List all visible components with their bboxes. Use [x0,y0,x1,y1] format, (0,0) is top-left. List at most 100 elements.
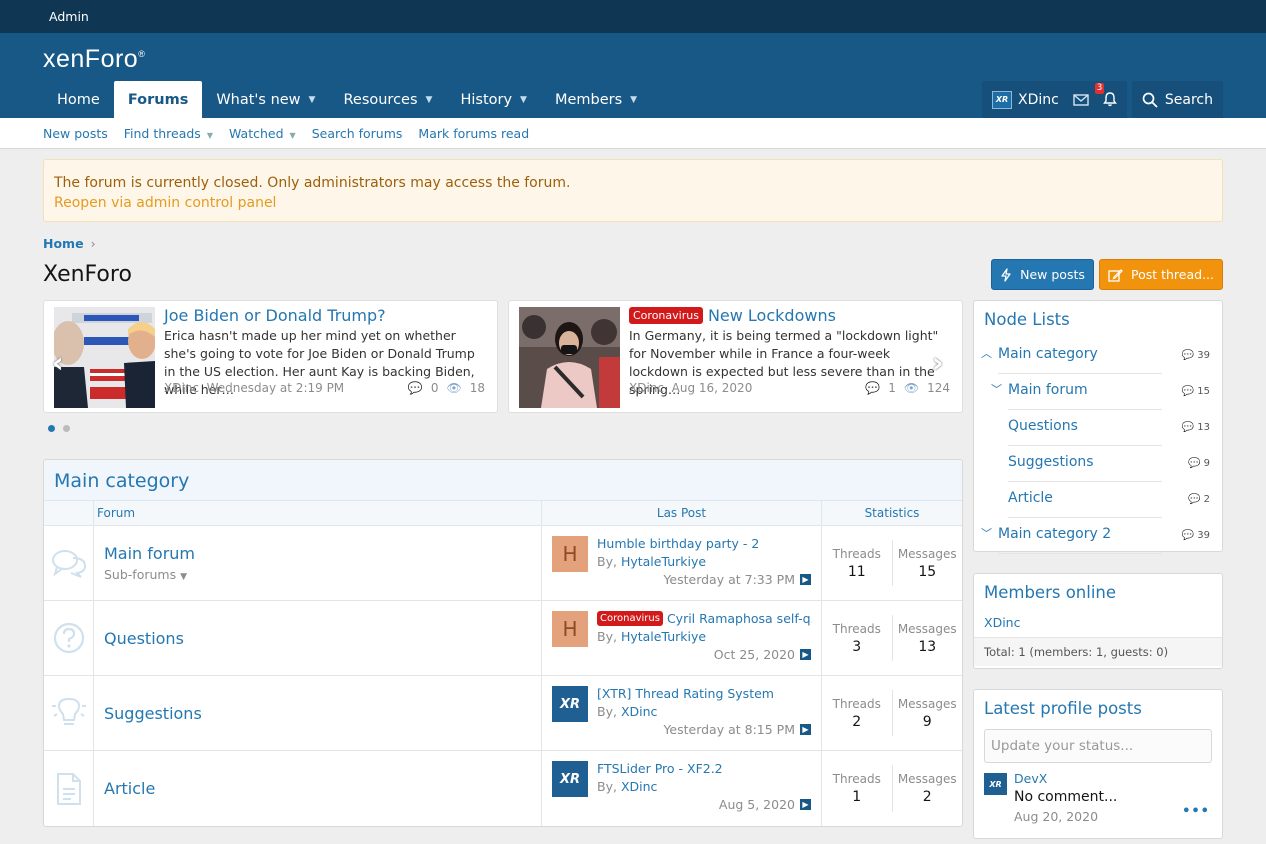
forum-title[interactable]: Article [104,779,541,798]
last-post-title[interactable]: [XTR] Thread Rating System [597,686,812,701]
tab-resources[interactable]: Resources ▼ [329,81,446,118]
admin-bar: Admin [0,0,1266,33]
go-to-post-icon[interactable]: ▶ [800,649,811,660]
subnav-mark-read[interactable]: Mark forums read [418,126,529,141]
widget-title[interactable]: Latest profile posts [974,690,1222,727]
slider-dot[interactable] [63,425,70,432]
subnav-find-threads[interactable]: Find threads ▼ [124,126,213,141]
bell-icon[interactable]: 3 [1094,83,1117,107]
forum-title[interactable]: Main forum [104,544,541,563]
widget-title[interactable]: Members online [974,574,1222,611]
chevron-down-icon[interactable]: ▼ [207,131,213,140]
chevron-down-icon[interactable]: ▼ [630,95,637,105]
more-options-icon[interactable]: ••• [1182,804,1210,819]
user-avatar[interactable]: H [552,536,588,572]
thread-prefix-badge[interactable]: Coronavirus [597,611,663,626]
last-post-title[interactable]: FTSLider Pro - XF2.2 [597,761,812,776]
last-post-title[interactable]: Humble birthday party - 2 [597,536,812,551]
forum-title[interactable]: Questions [104,629,541,648]
chevron-down-icon[interactable]: ▼ [426,95,433,105]
tab-home[interactable]: Home [43,81,114,118]
tab-forums[interactable]: Forums [113,81,203,118]
slider-next-arrow[interactable]: › [932,346,944,379]
node-list-item[interactable]: ︿ Main category 💬 39 [974,338,1222,374]
tab-history[interactable]: History ▼ [446,81,541,118]
envelope-icon[interactable] [1073,93,1089,106]
search-button[interactable]: Search [1131,81,1223,118]
caret-down-icon: ▼ [180,572,188,582]
reopen-link[interactable]: Reopen via admin control panel [54,193,1212,213]
author-link[interactable]: HytaleTurkiye [621,629,706,644]
slider-item[interactable]: Coronavirus New Lockdowns In Germany, it… [508,300,963,413]
subnav-watched[interactable]: Watched ▼ [229,126,296,141]
tab-members[interactable]: Members ▼ [541,81,651,118]
account-link[interactable]: XR XDinc [992,90,1059,109]
last-post-title-text: Cyril Ramaphosa self-q... [666,611,812,626]
node-list-item[interactable]: Suggestions 💬 9 [974,446,1222,482]
thread-prefix-badge[interactable]: Coronavirus [629,307,703,324]
forum-category-block: Main category Forum Las Post Statistics … [43,459,963,827]
reply-count: 1 [888,381,896,395]
node-list-item[interactable]: Article 💬 2 [974,482,1222,518]
chevron-down-icon[interactable]: ﹀ [981,525,992,541]
user-avatar[interactable]: H [552,611,588,647]
forum-row: Suggestions XR [XTR] Thread Rating Syste… [44,676,962,751]
widget-title: Node Lists [984,310,1070,329]
author-link[interactable]: XDinc [621,704,657,719]
forum-title[interactable]: Suggestions [104,704,541,723]
column-headers: Forum Las Post Statistics [44,501,962,526]
user-avatar[interactable]: XR [552,686,588,722]
post-thread-button[interactable]: Post thread... [1099,259,1223,290]
node-list-item[interactable]: ﹀ Main category 2 💬 39 [974,518,1222,554]
document-icon [44,751,94,826]
site-logo[interactable]: xenForo® [43,45,145,74]
post-author[interactable]: DevX [1014,771,1047,786]
slider-prev-arrow[interactable]: ‹ [52,346,64,379]
online-user-link[interactable]: XDinc [984,615,1020,630]
user-avatar[interactable]: XR [984,773,1007,795]
slide-author[interactable]: XDinc [164,381,199,395]
subnav-search-forums[interactable]: Search forums [312,126,403,141]
sub-forums-toggle[interactable]: Sub-forums ▼ [104,567,541,582]
go-to-post-icon[interactable]: ▶ [800,574,811,585]
question-icon [44,601,94,675]
threads-count: 1 [852,789,862,805]
category-title[interactable]: Main category [54,470,189,492]
node-list-item[interactable]: Questions 💬 13 [974,410,1222,446]
reply-count: 0 [430,381,439,395]
messages-count: 13 [918,638,937,655]
slider-item[interactable]: Joe Biden or Donald Trump? Erica hasn't … [43,300,498,413]
user-avatar[interactable]: XR [552,761,588,797]
chevron-down-icon[interactable]: ▼ [290,131,296,140]
eye-icon: 👁 [903,381,920,395]
slide-author[interactable]: XDinc [629,381,664,395]
chevron-down-icon[interactable]: ﹀ [991,381,1002,397]
node-list-item[interactable]: ﹀ Main forum 💬 15 [974,374,1222,410]
breadcrumb-home[interactable]: Home [43,236,84,251]
tab-whats-new[interactable]: What's new ▼ [202,81,329,118]
threads-count: 3 [852,638,862,655]
slider-dot-active[interactable] [48,425,55,432]
admin-link[interactable]: Admin [49,9,89,24]
chevron-down-icon[interactable]: ▼ [309,95,316,105]
subnav-new-posts[interactable]: New posts [43,126,108,141]
go-to-post-icon[interactable]: ▶ [800,724,811,735]
new-posts-button[interactable]: New posts [991,259,1094,290]
slide-title[interactable]: Joe Biden or Donald Trump? [164,306,386,325]
threads-count: 11 [847,563,866,580]
author-link[interactable]: HytaleTurkiye [621,554,706,569]
go-to-post-icon[interactable]: ▶ [800,799,811,810]
chevron-up-icon[interactable]: ︿ [981,345,992,361]
pencil-square-icon [1108,268,1123,282]
last-post-title[interactable]: Coronavirus Cyril Ramaphosa self-q... [597,611,812,626]
messages-label: Messages [897,696,957,711]
author-link[interactable]: XDinc [621,779,657,794]
subnav-label: Find threads [123,125,201,141]
count-value: 9 [1203,458,1210,469]
slide-title[interactable]: New Lockdowns [708,306,836,325]
chevron-down-icon[interactable]: ▼ [520,95,527,105]
messages-label: Messages [897,621,957,636]
status-input[interactable]: Update your status... [984,729,1212,763]
tab-label: Members [554,91,623,108]
count-value: 13 [1197,422,1210,433]
